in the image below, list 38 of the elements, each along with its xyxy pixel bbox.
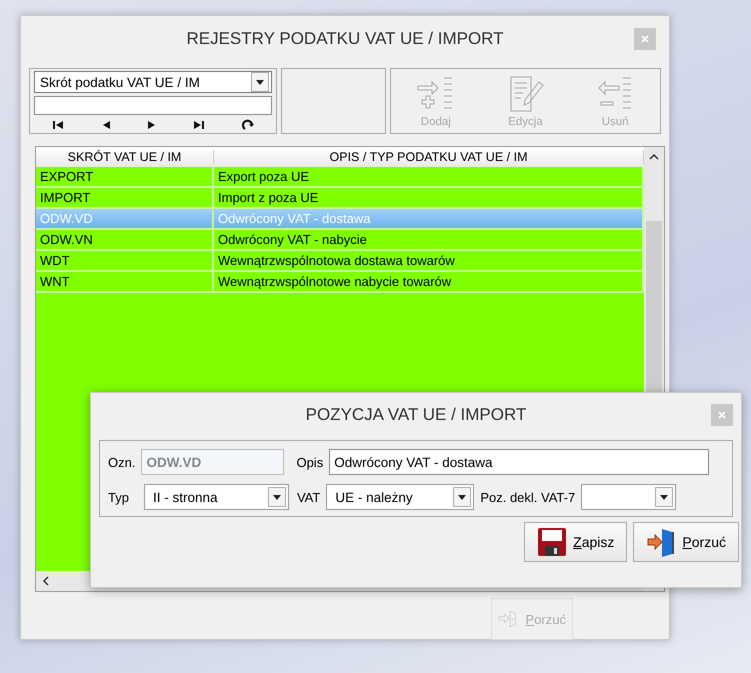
table-cell: IMPORT <box>36 188 214 207</box>
table-row[interactable]: ODW.VN Odwrócony VAT - nabycie <box>36 230 644 251</box>
vat-dropdown[interactable]: UE - należny <box>326 484 474 510</box>
scroll-up-icon[interactable] <box>649 153 659 161</box>
dialog-title: POZYCJA VAT UE / IMPORT <box>306 405 526 425</box>
table-cell: WNT <box>36 272 214 291</box>
field-label: Poz. dekl. VAT-7 <box>480 490 576 504</box>
dropdown-caret-icon[interactable] <box>251 72 269 92</box>
next-record-icon[interactable] <box>146 120 157 130</box>
field-label: Opis <box>296 454 324 470</box>
table-cell: EXPORT <box>36 167 214 186</box>
previous-record-icon[interactable] <box>100 120 111 130</box>
door-exit-icon <box>646 527 676 557</box>
scroll-left-icon[interactable] <box>42 576 50 586</box>
window-title: REJESTRY PODATKU VAT UE / IMPORT <box>186 29 504 49</box>
column-header[interactable]: SKRÓT VAT UE / IM <box>36 150 214 164</box>
type-dropdown[interactable]: II - stronna <box>144 484 289 510</box>
table-cell: WDT <box>36 251 214 270</box>
last-record-icon[interactable] <box>193 120 206 130</box>
refresh-icon[interactable] <box>242 118 254 131</box>
dropdown-caret-icon[interactable] <box>453 487 472 507</box>
first-record-icon[interactable] <box>52 120 64 130</box>
field-label: VAT <box>296 490 320 504</box>
dropdown-caret-icon[interactable] <box>655 487 674 507</box>
search-field[interactable] <box>34 96 272 116</box>
table-row[interactable]: WDT Wewnątrzwspólnotowa dostawa towarów <box>36 251 644 272</box>
description-field[interactable]: Odwrócony VAT - dostawa <box>329 449 710 475</box>
dropdown-value: Skrót podatku VAT UE / IM <box>39 74 201 90</box>
cancel-button[interactable]: Porzuć <box>633 522 739 562</box>
field-label: Typ <box>108 490 129 504</box>
table-row[interactable]: EXPORT Export poza UE <box>36 167 644 188</box>
dropdown-caret-icon[interactable] <box>268 487 286 507</box>
table-cell: ODW.VN <box>36 230 214 249</box>
filter-field-dropdown[interactable]: Skrót podatku VAT UE / IM <box>34 71 272 93</box>
save-button[interactable]: Zapisz <box>524 522 628 562</box>
field-label: Ozn. <box>108 454 136 470</box>
table-cell: ODW.VD <box>36 209 214 228</box>
table-row[interactable]: WNT Wewnątrzwspólnotowe nabycie towarów <box>36 272 644 293</box>
